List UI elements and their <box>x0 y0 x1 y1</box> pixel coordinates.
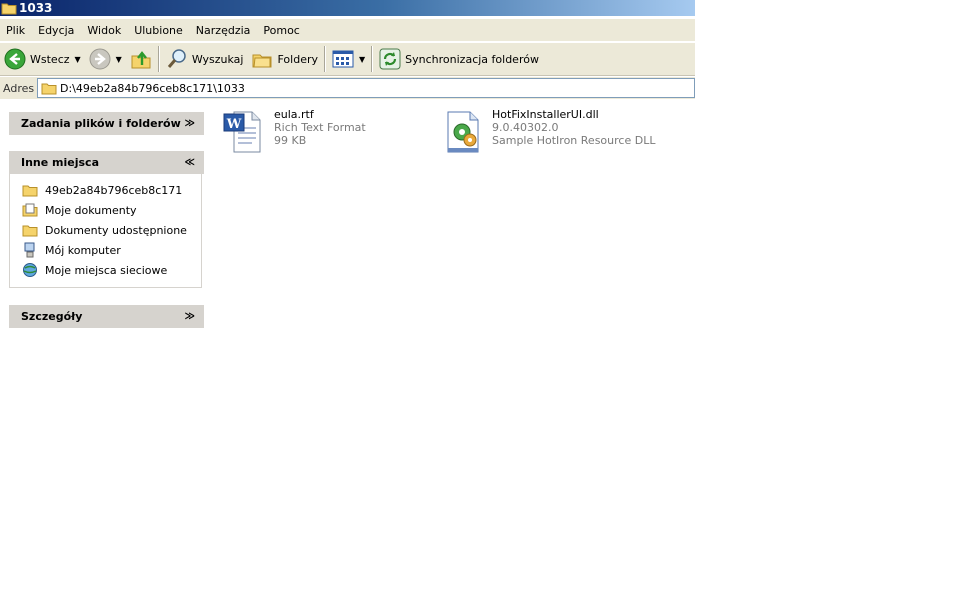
back-arrow-icon <box>4 48 26 70</box>
task-pane: Zadania plików i folderów ≫ Inne miejsca… <box>0 99 213 601</box>
file-description: Sample HotIron Resource DLL <box>492 134 656 147</box>
folder-icon <box>22 185 38 197</box>
forward-dropdown-icon[interactable]: ▼ <box>116 55 122 64</box>
place-parent-folder[interactable]: 49eb2a84b796ceb8c171 <box>10 180 201 200</box>
address-bar: Adres D:\49eb2a84b796ceb8c171\1033 <box>0 77 695 99</box>
file-item-eula[interactable]: W eula.rtf Rich Text Format 99 KB <box>222 108 366 156</box>
file-name: HotFixInstallerUI.dll <box>492 108 599 121</box>
shared-folder-icon <box>22 225 38 237</box>
file-version: 9.0.40302.0 <box>492 121 559 134</box>
place-label: Moje dokumenty <box>45 203 137 217</box>
place-shared-documents[interactable]: Dokumenty udostępnione <box>10 220 201 240</box>
back-label: Wstecz <box>30 52 70 66</box>
folder-icon <box>41 83 57 94</box>
other-places-header[interactable]: Inne miejsca ≪ <box>9 151 204 174</box>
place-my-computer[interactable]: Mój komputer <box>10 240 201 260</box>
back-dropdown-icon[interactable]: ▼ <box>75 55 81 64</box>
toolbar-separator <box>157 46 160 72</box>
sync-folders-button[interactable]: Synchronizacja folderów <box>375 45 543 73</box>
expand-icon[interactable]: ≫ <box>185 311 195 322</box>
sync-icon <box>379 48 401 70</box>
folders-icon <box>252 54 272 68</box>
file-size: 99 KB <box>274 134 307 147</box>
dll-gear-icon <box>447 111 479 153</box>
menu-tools[interactable]: Narzędzia <box>190 24 258 37</box>
title-bar[interactable]: 1033 <box>0 0 695 16</box>
address-input[interactable]: D:\49eb2a84b796ceb8c171\1033 <box>37 78 695 98</box>
menu-favorites[interactable]: Ulubione <box>128 24 190 37</box>
forward-button[interactable]: ▼ <box>85 45 126 73</box>
address-path: D:\49eb2a84b796ceb8c171\1033 <box>60 81 245 95</box>
computer-icon <box>24 242 35 258</box>
folder-icon <box>1 3 17 15</box>
up-folder-icon <box>131 51 151 69</box>
search-icon <box>167 49 186 68</box>
forward-arrow-icon <box>89 48 111 70</box>
place-network-places[interactable]: Moje miejsca sieciowe <box>10 260 201 280</box>
menu-bar: Plik Edycja Widok Ulubione Narzędzia Pom… <box>0 19 695 42</box>
search-button[interactable]: Wyszukaj <box>162 45 248 73</box>
menu-edit[interactable]: Edycja <box>32 24 81 37</box>
views-button[interactable]: ▼ <box>328 45 369 73</box>
views-dropdown-icon[interactable]: ▼ <box>359 55 365 64</box>
menu-help[interactable]: Pomoc <box>257 24 306 37</box>
toolbar-separator <box>371 46 374 72</box>
file-item-hotfix-dll[interactable]: HotFixInstallerUI.dll 9.0.40302.0 Sample… <box>440 108 655 156</box>
place-label: Mój komputer <box>45 243 121 257</box>
collapse-icon[interactable]: ≪ <box>185 157 195 168</box>
folders-label: Foldery <box>277 52 318 66</box>
network-places-icon <box>23 263 37 277</box>
views-icon <box>332 50 354 68</box>
folders-button[interactable]: Foldery <box>247 45 322 73</box>
file-name: eula.rtf <box>274 108 314 121</box>
file-tasks-header[interactable]: Zadania plików i folderów ≫ <box>9 112 204 135</box>
sync-label: Synchronizacja folderów <box>405 52 539 66</box>
back-button[interactable]: Wstecz ▼ <box>0 45 85 73</box>
file-type: Rich Text Format <box>274 121 366 134</box>
word-document-icon: W <box>223 111 261 153</box>
window-title: 1033 <box>19 1 53 15</box>
address-label: Adres <box>3 81 35 95</box>
place-label: Dokumenty udostępnione <box>45 223 187 237</box>
my-documents-icon <box>22 203 38 217</box>
explorer-window: 1033 Plik Edycja Widok Ulubione Narzędzi… <box>0 0 695 601</box>
file-tasks-title: Zadania plików i folderów <box>21 117 181 130</box>
toolbar: Wstecz ▼ ▼ Wyszukaj Foldery ▼ Synchroniz… <box>0 43 695 76</box>
menu-view[interactable]: Widok <box>81 24 128 37</box>
place-label: Moje miejsca sieciowe <box>45 263 168 277</box>
up-folder-button[interactable] <box>126 45 156 73</box>
toolbar-separator <box>324 46 326 72</box>
search-label: Wyszukaj <box>191 52 244 66</box>
details-title: Szczegóły <box>21 310 83 323</box>
place-my-documents[interactable]: Moje dokumenty <box>10 200 201 220</box>
menu-file[interactable]: Plik <box>0 24 32 37</box>
svg-text:W: W <box>226 117 242 132</box>
expand-icon[interactable]: ≫ <box>185 118 195 129</box>
other-places-list: 49eb2a84b796ceb8c171 Moje dokumenty Doku… <box>9 174 202 288</box>
details-header[interactable]: Szczegóły ≫ <box>9 305 204 328</box>
other-places-title: Inne miejsca <box>21 156 99 169</box>
place-label: 49eb2a84b796ceb8c171 <box>45 183 183 197</box>
